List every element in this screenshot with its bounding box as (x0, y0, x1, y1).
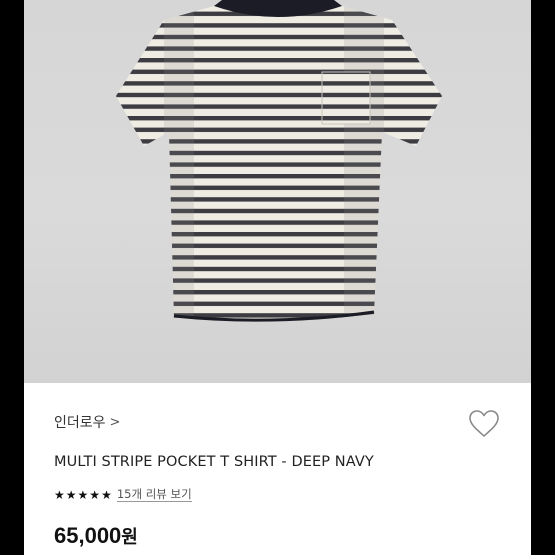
star-filled-icon: ★ (101, 487, 112, 502)
price-value: 65,000 (54, 523, 122, 548)
product-info: 인더로우 > MULTI STRIPE POCKET T SHIRT - DEE… (24, 383, 531, 555)
price: 65,000 원 (54, 523, 138, 549)
product-image[interactable] (24, 0, 531, 383)
rating-row: ★ ★ ★ ★ ★ 15개 리뷰 보기 (54, 487, 192, 502)
tshirt-illustration (116, 0, 442, 322)
review-count-link[interactable]: 15개 리뷰 보기 (116, 487, 192, 502)
product-screen: 인더로우 > MULTI STRIPE POCKET T SHIRT - DEE… (24, 0, 531, 555)
brand-link[interactable]: 인더로우 > (54, 412, 120, 432)
chevron-right-icon: > (109, 414, 121, 430)
star-filled-icon: ★ (54, 487, 65, 502)
price-currency: 원 (121, 527, 138, 547)
product-title: MULTI STRIPE POCKET T SHIRT - DEEP NAVY (54, 454, 374, 470)
brand-name: 인더로우 (54, 415, 106, 431)
star-filled-icon: ★ (89, 487, 101, 502)
heart-outline-icon[interactable] (468, 409, 500, 439)
star-filled-icon: ★ (77, 487, 89, 502)
star-rating: ★ ★ ★ ★ ★ (54, 489, 112, 501)
tshirt-pocket (321, 71, 371, 125)
star-filled-icon: ★ (65, 487, 77, 502)
